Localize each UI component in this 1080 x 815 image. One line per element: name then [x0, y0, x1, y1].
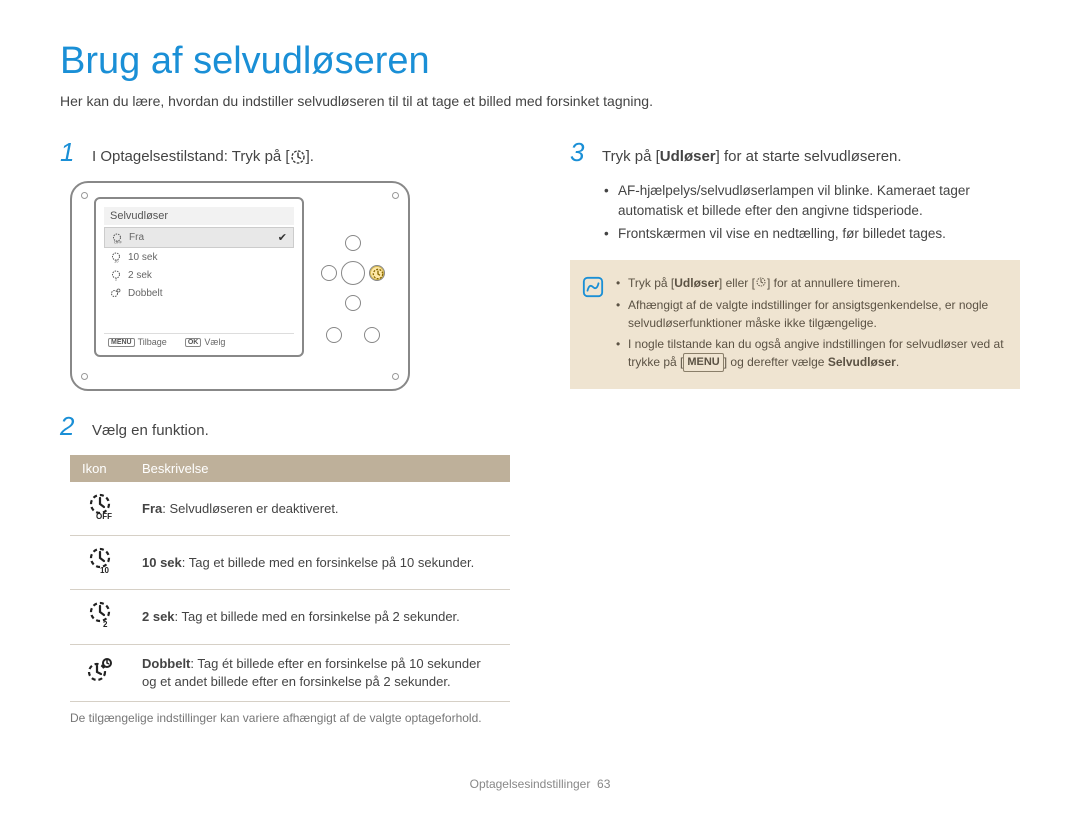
page-footer: Optagelsesindstillinger 63 [0, 777, 1080, 791]
step-3-bullets: AF-hjælpelys/selvudløserlampen vil blink… [570, 181, 1020, 244]
timer-icon [755, 275, 767, 293]
step-3: 3 Tryk på [Udløser] for at starte selvud… [570, 139, 1020, 167]
step-1-text: I Optagelsestilstand: Tryk på [ ]. [92, 146, 314, 167]
menu-item-label: 2 sek [128, 270, 152, 281]
table-row: Dobbelt: Tag ét billede efter en forsink… [70, 644, 510, 701]
timer-icon [290, 149, 306, 165]
menu-item-fra: OFF Fra ✔ [104, 227, 294, 248]
info-icon [582, 276, 604, 298]
row-rest: : Tag ét billede efter en forsinkelse på… [142, 656, 481, 689]
step-1: 1 I Optagelsestilstand: Tryk på [ ]. [60, 139, 510, 167]
check-icon: ✔ [278, 231, 287, 244]
page-subtitle: Her kan du lære, hvordan du indstiller s… [60, 93, 1020, 109]
aux-button-2 [364, 327, 380, 343]
step-3-shutter: Udløser [660, 148, 716, 165]
camera-illustration: Selvudløser OFF Fra ✔ 10 10 sek [70, 181, 410, 391]
timer-2-icon: 2 [86, 600, 114, 628]
menu-item-2sek: 2 2 sek [104, 266, 294, 284]
step-number: 1 [60, 139, 80, 165]
svg-text:2: 2 [103, 620, 108, 628]
table-footnote: De tilgængelige indstillinger kan varier… [70, 710, 490, 727]
menu-item-10sek: 10 10 sek [104, 248, 294, 266]
note-1-b: ] eller [ [719, 276, 755, 290]
step-number: 3 [570, 139, 590, 165]
dpad-down [345, 295, 361, 311]
note-3-c: . [896, 355, 899, 369]
menu-item-label: Dobbelt [128, 288, 162, 299]
step-3-before: Tryk på [ [602, 148, 660, 165]
table-row: 10 10 sek: Tag et billede med en forsink… [70, 536, 510, 590]
note-item: I nogle tilstande kan du også angive ind… [616, 335, 1004, 372]
note-1-a: Tryk på [ [628, 276, 674, 290]
step-2: 2 Vælg en funktion. [60, 413, 510, 441]
camera-controls [314, 197, 392, 375]
timer-10-icon: 10 [86, 546, 114, 574]
row-rest: : Tag et billede med en forsinkelse på 2… [175, 609, 460, 624]
note-1-c: ] for at annullere timeren. [767, 276, 900, 290]
row-rest: : Tag et billede med en forsinkelse på 1… [182, 555, 474, 570]
svg-text:OFF: OFF [96, 512, 112, 520]
step-number: 2 [60, 413, 80, 439]
row-bold: 10 sek [142, 555, 182, 570]
note-3-b: ] og derefter vælge [724, 355, 828, 369]
timer-double-icon [86, 656, 114, 684]
step-2-text: Vælg en funktion. [92, 420, 209, 441]
dpad-up [345, 235, 361, 251]
icon-description-table: Ikon Beskrivelse OFF Fra: Selvudløseren … [70, 455, 510, 702]
dpad-left [321, 265, 337, 281]
table-row: OFF Fra: Selvudløseren er deaktiveret. [70, 482, 510, 536]
note-box: Tryk på [Udløser] eller [ ] for at annull… [570, 260, 1020, 389]
row-bold: Fra [142, 501, 162, 516]
menu-badge: MENU [683, 353, 723, 372]
menu-badge: MENU [108, 338, 135, 347]
note-item: Tryk på [Udløser] eller [ ] for at annull… [616, 274, 1004, 293]
menu-item-label: 10 sek [128, 252, 157, 263]
note-item: Afhængigt af de valgte indstillinger for… [616, 296, 1004, 332]
camera-screen: Selvudløser OFF Fra ✔ 10 10 sek [94, 197, 304, 357]
screen-footer: MENU Tilbage OK Vælg [104, 333, 294, 347]
menu-item-dobbelt: Dobbelt [104, 284, 294, 302]
note-3-bold: Selvudløser [828, 355, 896, 369]
footer-select-label: Vælg [204, 337, 225, 347]
row-bold: Dobbelt [142, 656, 190, 671]
menu-item-label: Fra [129, 232, 144, 243]
bullet-item: AF-hjælpelys/selvudløserlampen vil blink… [604, 181, 1020, 222]
footer-section: Optagelsesindstillinger [470, 777, 591, 791]
timer-2-icon: 2 [110, 269, 122, 281]
dpad-center [341, 261, 365, 285]
timer-off-icon: OFF [86, 492, 114, 520]
aux-button-1 [326, 327, 342, 343]
bullet-item: Frontskærmen vil vise en nedtælling, før… [604, 224, 1020, 244]
ok-badge: OK [185, 338, 202, 347]
footer-page-number: 63 [597, 777, 610, 791]
row-bold: 2 sek [142, 609, 175, 624]
menu-list: OFF Fra ✔ 10 10 sek 2 [104, 227, 294, 333]
page-title: Brug af selvudløseren [60, 40, 1020, 83]
left-column: 1 I Optagelsestilstand: Tryk på [ ]. Sel… [60, 139, 510, 727]
right-column: 3 Tryk på [Udløser] for at starte selvud… [570, 139, 1020, 727]
note-list: Tryk på [Udløser] eller [ ] for at annull… [616, 274, 1004, 375]
screen-menu-title: Selvudløser [104, 207, 294, 225]
svg-text:OFF: OFF [114, 239, 123, 244]
table-row: 2 2 sek: Tag et billede med en forsinkel… [70, 590, 510, 644]
footer-back-label: Tilbage [138, 337, 167, 347]
svg-text:10: 10 [100, 566, 109, 574]
table-header-desc: Beskrivelse [130, 455, 510, 482]
timer-double-icon [110, 287, 122, 299]
dpad-right-highlighted [369, 265, 385, 281]
timer-icon [370, 266, 386, 282]
timer-off-icon: OFF [111, 232, 123, 244]
note-1-shutter: Udløser [674, 276, 719, 290]
step-3-text: Tryk på [Udløser] for at starte selvudlø… [602, 146, 902, 167]
step-1-text-after: ]. [306, 148, 314, 165]
table-header-icon: Ikon [70, 455, 130, 482]
step-3-after: ] for at starte selvudløseren. [716, 148, 902, 165]
timer-10-icon: 10 [110, 251, 122, 263]
row-rest: : Selvudløseren er deaktiveret. [162, 501, 338, 516]
svg-text:10: 10 [114, 259, 119, 264]
step-1-text-before: I Optagelsestilstand: Tryk på [ [92, 148, 290, 165]
